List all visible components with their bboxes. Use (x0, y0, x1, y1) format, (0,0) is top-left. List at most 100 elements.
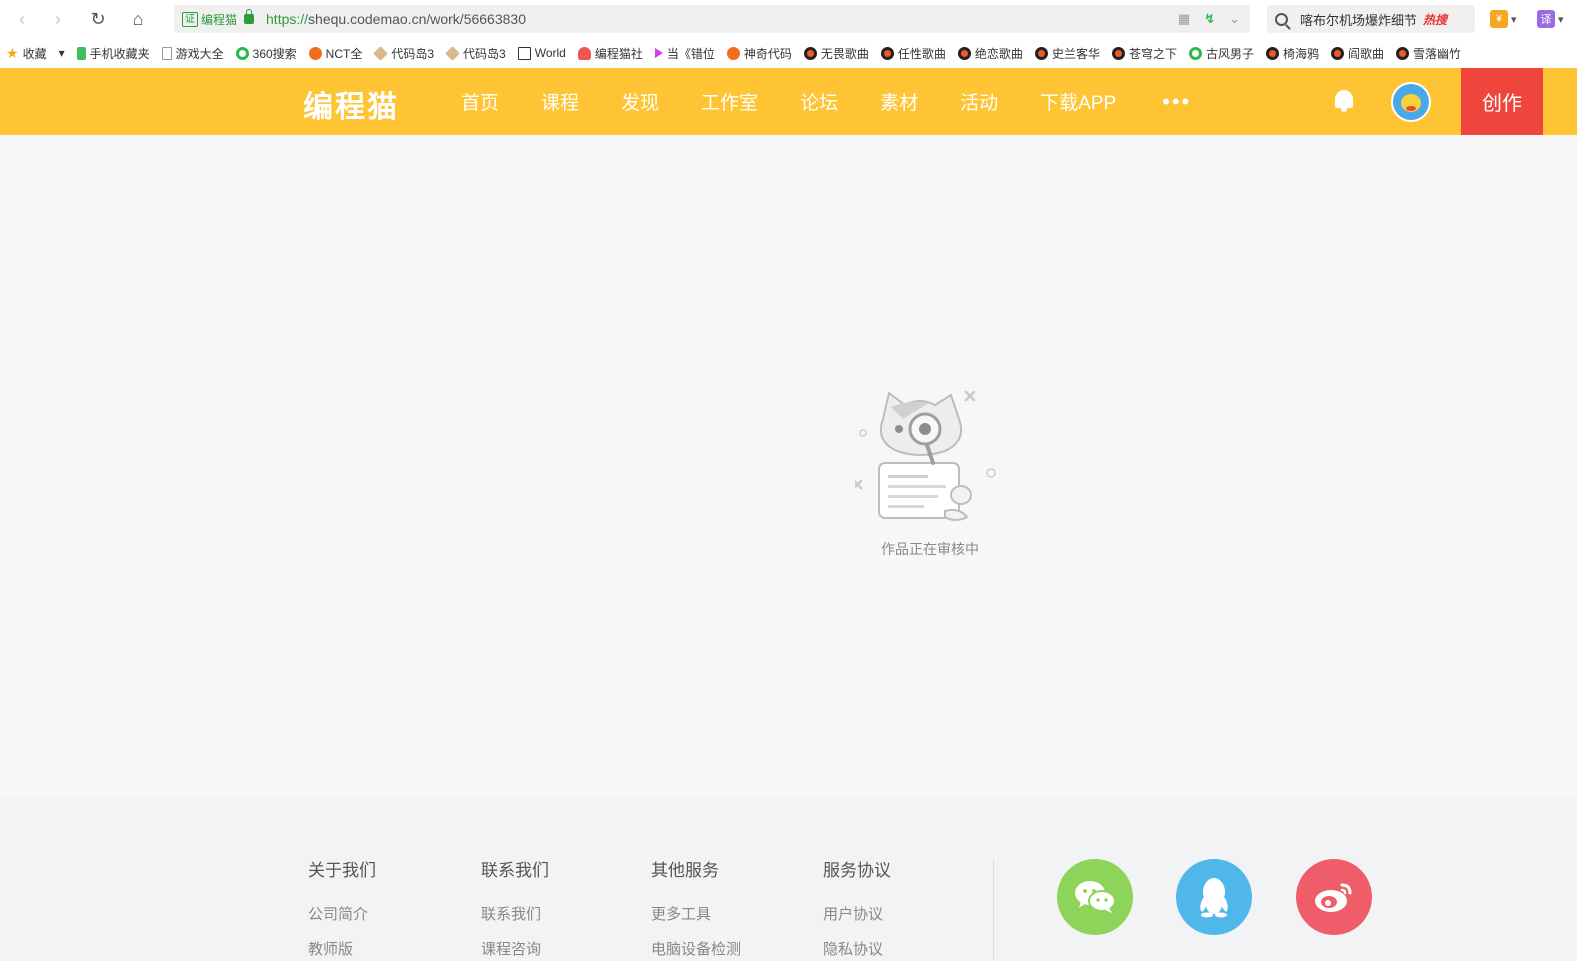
bookmark-item[interactable]: ★ 收藏 (6, 45, 47, 62)
bookmark-label: 任性歌曲 (897, 46, 946, 61)
cat-icon (577, 46, 591, 60)
home-icon[interactable]: ⌂ (120, 1, 156, 37)
url-protocol: https:// (266, 11, 309, 27)
footer-link-teacher[interactable]: 教师版 (308, 938, 376, 959)
star-icon: ★ (6, 44, 19, 61)
url-text[interactable]: https://shequ.codemao.cn/work/56663830 (266, 11, 526, 27)
bookmark-label: 神奇代码 (743, 46, 792, 61)
nav-forum[interactable]: 论坛 (779, 88, 859, 115)
bookmark-item[interactable]: 绝恋歌曲 (957, 45, 1023, 62)
footer-link-course-consult[interactable]: 课程咨询 (481, 938, 549, 959)
bookmark-label: 苍穹之下 (1128, 46, 1177, 61)
footer-column-services: 其他服务 更多工具 电脑设备检测 (651, 856, 741, 961)
dropdown-arrow-icon: ▾ (1511, 13, 1517, 26)
footer-column-about: 关于我们 公司简介 教师版 (308, 856, 376, 961)
bookmark-item[interactable]: 游戏大全 (161, 45, 224, 62)
nav-download-app[interactable]: 下载APP (1019, 88, 1137, 115)
disc-icon (803, 46, 817, 60)
bookmark-label: 无畏歌曲 (820, 46, 869, 61)
bookmark-label: 雪落幽竹 (1413, 46, 1462, 61)
footer-link-contact-us[interactable]: 联系我们 (481, 903, 549, 924)
reload-icon[interactable]: ↻ (80, 1, 116, 37)
extension-translate[interactable]: 译 ▾ (1537, 9, 1564, 29)
bookmark-item[interactable]: 360搜索 (235, 45, 297, 62)
bookmark-label: 代码岛3 (463, 46, 506, 61)
reviewing-cat-illustration (855, 390, 996, 521)
disc-icon (1111, 46, 1125, 60)
avatar[interactable] (1391, 82, 1431, 122)
footer-link-privacy[interactable]: 隐私协议 (823, 938, 891, 959)
nav-home[interactable]: 首页 (440, 88, 520, 115)
bookmark-item[interactable]: 雪落幽竹 (1396, 45, 1461, 62)
bookmark-label: 阎歌曲 (1348, 46, 1385, 61)
bookmark-item[interactable]: 神奇代码 (726, 45, 792, 62)
bookmark-label: NCT全 (325, 46, 363, 61)
bookmark-label: 代码岛3 (391, 46, 435, 61)
bookmark-item[interactable]: 当《错位 (654, 45, 715, 62)
site-header: 编程猫 首页 课程 发现 工作室 论坛 素材 活动 下载APP ••• (0, 68, 1577, 135)
qr-code-icon[interactable]: ▦ (1178, 11, 1190, 27)
bookmark-item[interactable]: 苍穹之下 (1111, 45, 1177, 62)
bookmark-item[interactable]: NCT全 (308, 45, 363, 62)
yen-icon: ¥ (1490, 10, 1508, 28)
footer-divider (993, 858, 994, 961)
search-box[interactable]: 喀布尔机场爆炸细节 热搜 (1267, 5, 1475, 33)
bell-icon[interactable] (1333, 88, 1355, 112)
nav-studio[interactable]: 工作室 (680, 88, 779, 115)
create-button[interactable]: 创作 (1461, 68, 1543, 135)
footer-link-device-check[interactable]: 电脑设备检测 (651, 938, 741, 959)
bookmark-item[interactable]: 代码岛3 (373, 45, 435, 62)
book-icon (517, 46, 531, 60)
bookmark-label: World (534, 46, 566, 60)
bookmark-item[interactable]: 椅海鸦 (1265, 45, 1319, 62)
lock-icon (244, 9, 255, 24)
more-icon[interactable]: ••• (1137, 89, 1216, 115)
nav-activities[interactable]: 活动 (939, 88, 1019, 115)
footer-column-title: 其他服务 (651, 861, 719, 880)
disc-icon (1265, 46, 1279, 60)
nav-courses[interactable]: 课程 (520, 88, 600, 115)
bookmark-item[interactable]: 无畏歌曲 (803, 45, 869, 62)
bookmark-item[interactable]: 编程猫社 (577, 45, 643, 62)
disc-icon (1396, 46, 1410, 60)
back-icon[interactable]: ‹ (4, 1, 40, 37)
bookmark-item[interactable]: 代码岛3 (445, 45, 506, 62)
speed-mode-icon[interactable]: ↯ (1204, 11, 1215, 27)
address-bar[interactable]: 证 编程猫 https://shequ.codemao.cn/work/5666… (174, 5, 1250, 33)
phone-icon (76, 46, 86, 60)
bookmark-label: 编程猫社 (594, 46, 643, 61)
bookmark-label: 史兰客华 (1051, 46, 1100, 61)
ring-icon (1188, 46, 1202, 60)
footer-column-title: 关于我们 (308, 861, 376, 880)
certificate-badge: 证 (182, 11, 198, 27)
nav-discover[interactable]: 发现 (600, 88, 680, 115)
wechat-icon[interactable] (1057, 859, 1133, 935)
bookmark-label: 当《错位 (666, 46, 715, 61)
red-icon (308, 46, 322, 60)
bookmark-item[interactable]: 任性歌曲 (880, 45, 946, 62)
footer-link-user-agreement[interactable]: 用户协议 (823, 903, 891, 924)
main-nav: 首页 课程 发现 工作室 论坛 素材 活动 下载APP ••• (440, 68, 1216, 135)
certificate-indicator[interactable]: 证 编程猫 (182, 11, 237, 28)
disc-icon (1331, 46, 1344, 60)
footer-column-agreements: 服务协议 用户协议 隐私协议 (823, 856, 891, 961)
footer-link-company-intro[interactable]: 公司简介 (308, 903, 376, 924)
bookmark-item[interactable]: World (517, 46, 566, 60)
search-icon (1275, 12, 1288, 26)
qq-icon[interactable] (1176, 859, 1252, 935)
dropdown-arrow-icon: ▾ (1558, 13, 1564, 26)
certificate-name: 编程猫 (201, 12, 238, 27)
bookmark-item[interactable]: 古风男子 (1188, 45, 1254, 62)
footer-link-more-tools[interactable]: 更多工具 (651, 903, 741, 924)
bookmark-item[interactable]: 阎歌曲 (1331, 45, 1384, 62)
extension-wallet[interactable]: ¥ ▾ (1490, 9, 1517, 29)
nav-materials[interactable]: 素材 (859, 88, 939, 115)
weibo-icon[interactable] (1296, 859, 1372, 935)
site-logo[interactable]: 编程猫 (303, 82, 399, 126)
bookmark-item[interactable]: 手机收藏夹 (76, 45, 150, 62)
bookmarks-dropdown-icon[interactable]: ▾ (59, 46, 65, 60)
bookmark-item[interactable]: 史兰客华 (1034, 45, 1100, 62)
chevron-down-icon[interactable]: ⌄ (1229, 11, 1240, 27)
forward-icon[interactable]: › (40, 1, 76, 37)
bookmark-label: 游戏大全 (175, 46, 224, 61)
